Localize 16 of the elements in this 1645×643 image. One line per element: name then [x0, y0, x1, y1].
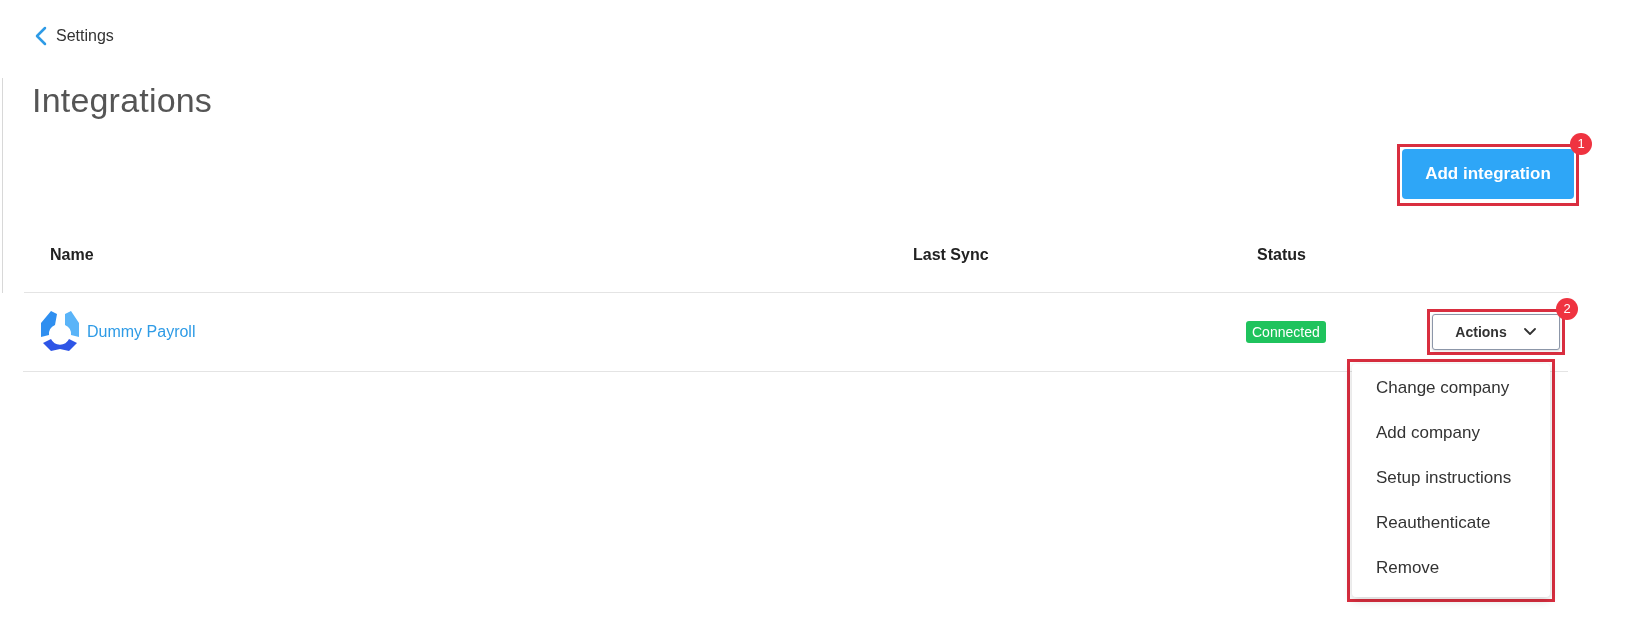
step-badge: 2	[1556, 298, 1578, 320]
column-header: Name	[49, 246, 95, 264]
menu-item[interactable]: Reauthenticate	[1352, 501, 1550, 546]
status-badge: Connected	[1246, 321, 1326, 343]
menu-item[interactable]: Remove	[1352, 546, 1550, 591]
chevron-left-icon	[34, 26, 48, 46]
actions-button[interactable]: Actions	[1432, 314, 1560, 350]
column-header: Last Sync	[913, 246, 990, 264]
column-header: Status	[1257, 246, 1307, 264]
back-link[interactable]: Settings	[34, 26, 114, 46]
page-title: Integrations	[32, 80, 214, 121]
chevron-down-icon	[1522, 327, 1537, 337]
menu-item[interactable]: Change company	[1352, 366, 1550, 411]
menu-item[interactable]: Add company	[1352, 411, 1550, 456]
step-badge: 1	[1570, 133, 1592, 155]
menu-item[interactable]: Setup instructions	[1352, 456, 1550, 501]
